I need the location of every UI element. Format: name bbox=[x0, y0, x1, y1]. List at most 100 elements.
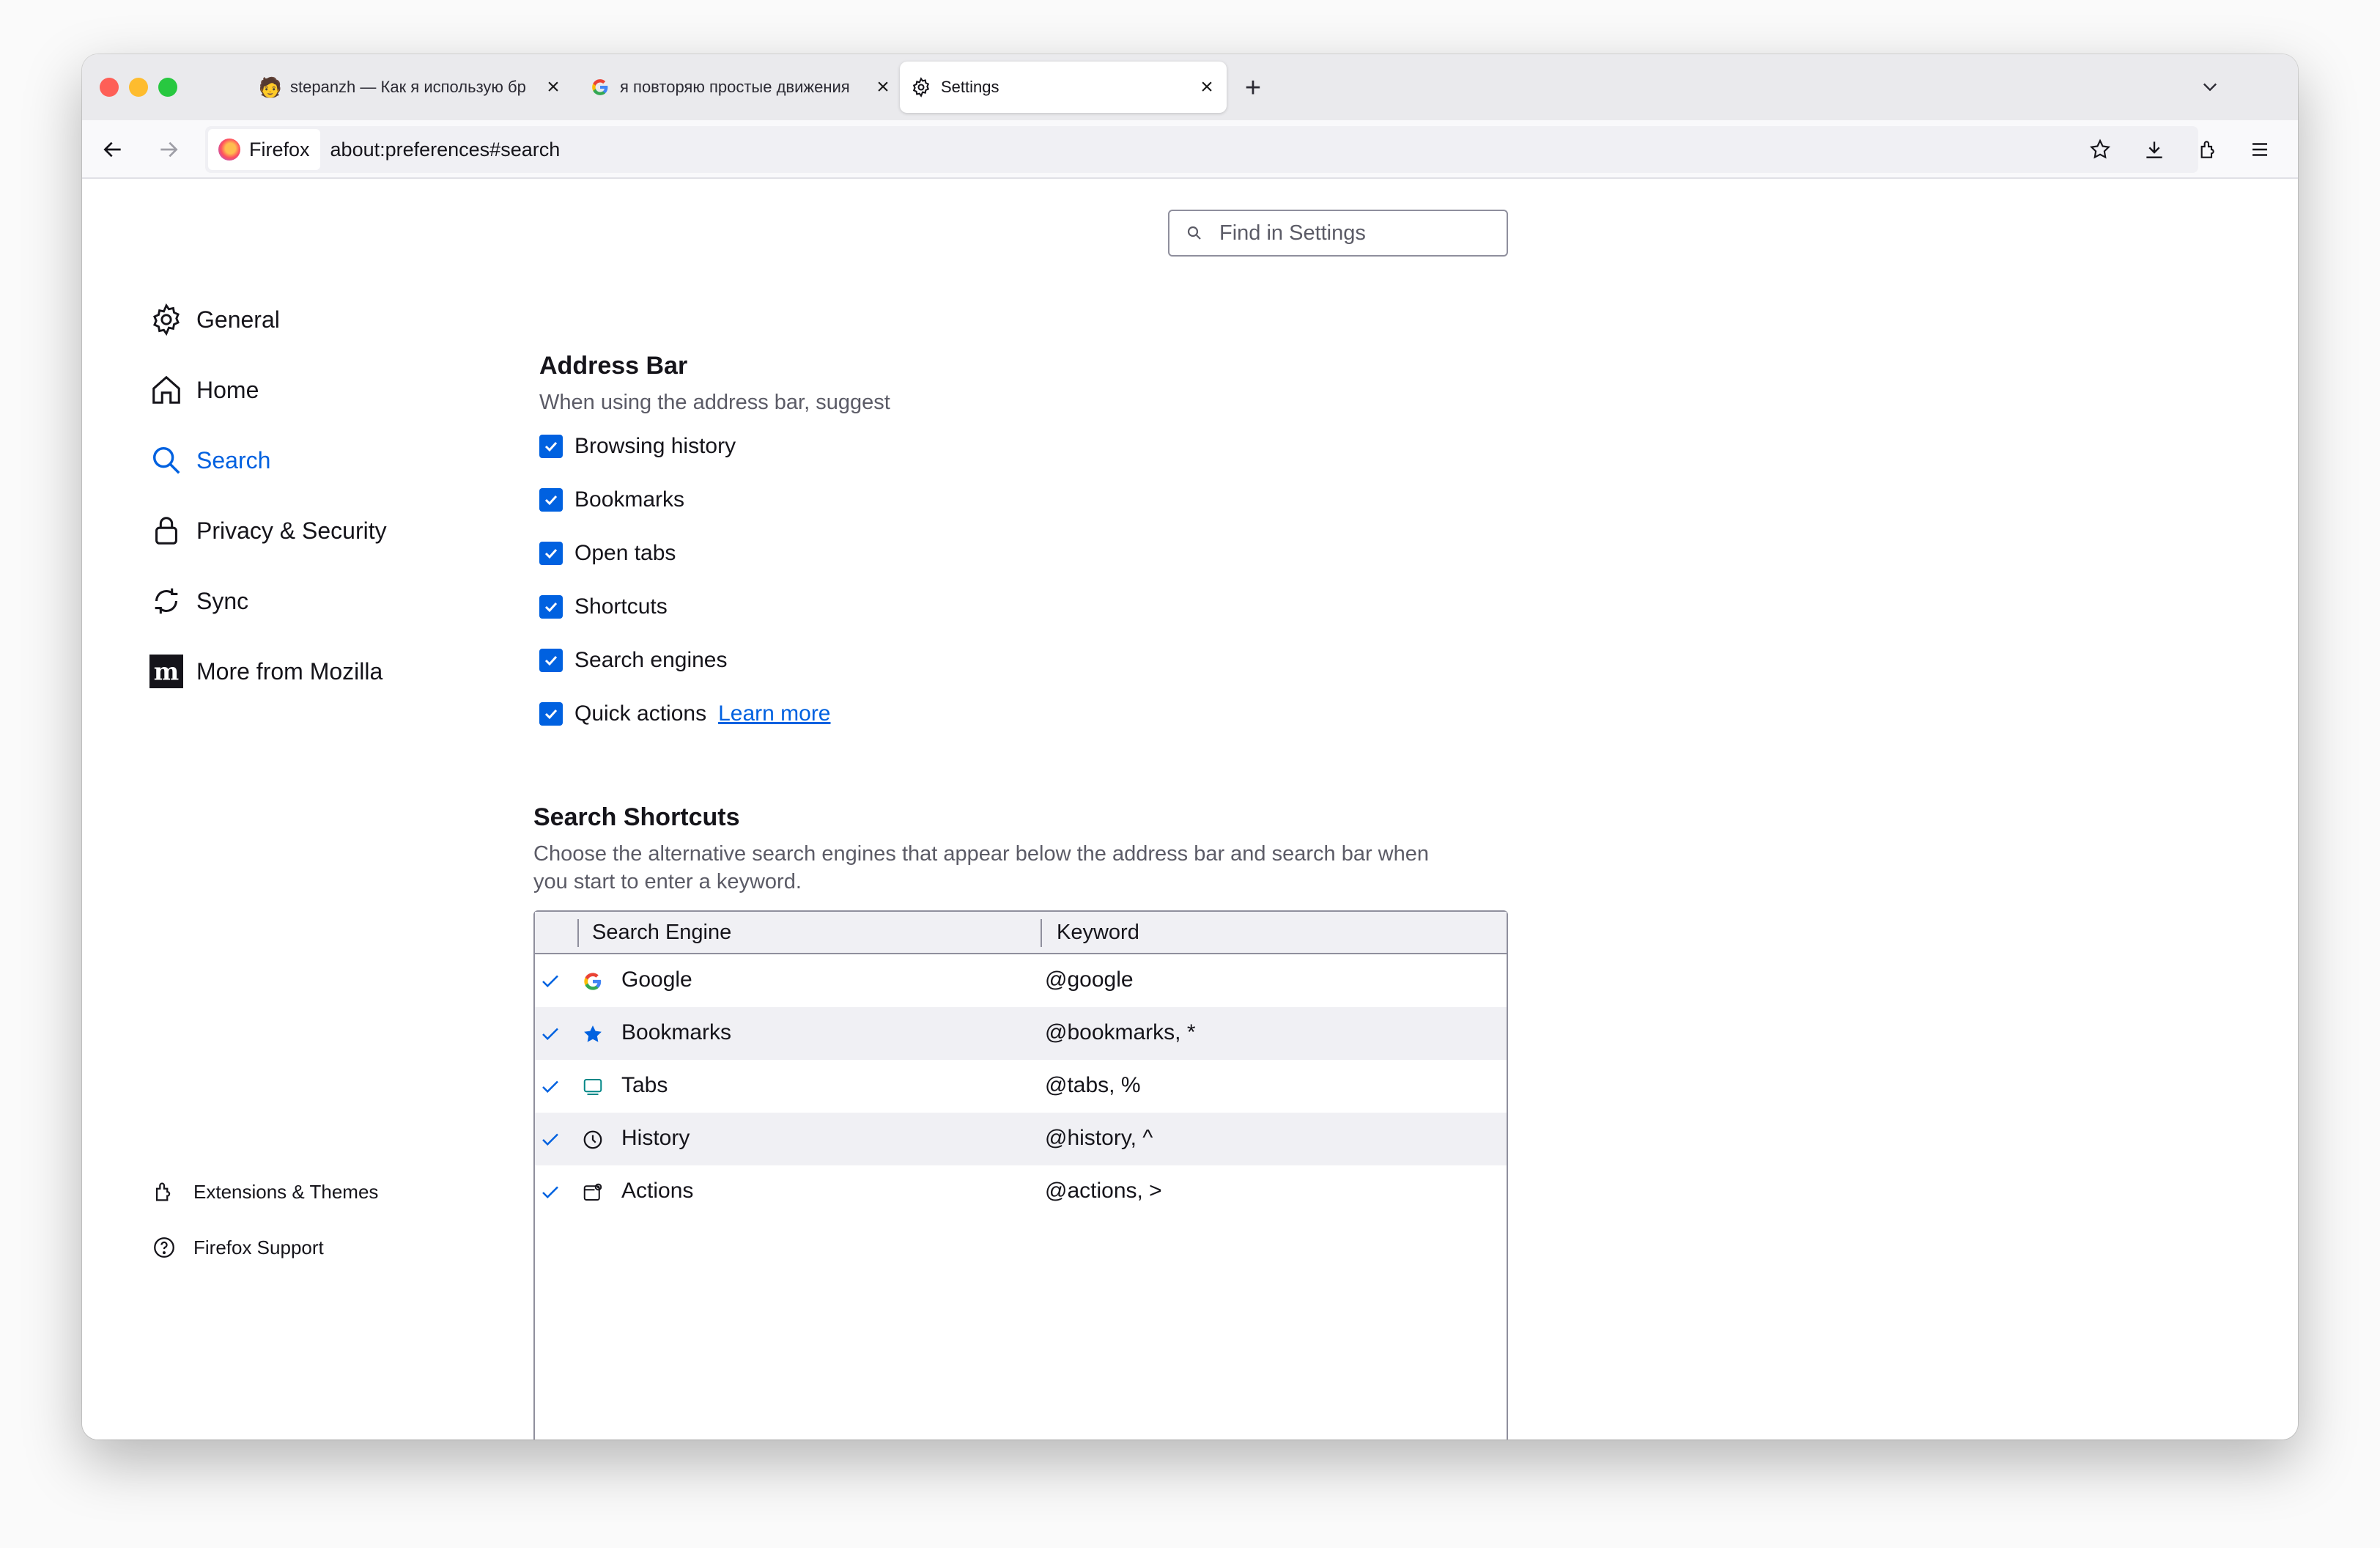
checkbox-label: Bookmarks bbox=[574, 487, 685, 512]
sidebar-item-sync[interactable]: Sync bbox=[148, 579, 248, 623]
close-icon[interactable]: × bbox=[542, 75, 564, 99]
mozilla-logo-icon: m bbox=[148, 653, 185, 690]
checkmark-icon[interactable] bbox=[539, 542, 563, 565]
column-header-keyword[interactable]: Keyword bbox=[1057, 921, 1139, 945]
tab-stepanzh[interactable]: 🧑 stepanzh — Как я использую бр × bbox=[251, 62, 573, 113]
sidebar-item-label: Home bbox=[196, 376, 259, 403]
desktop-background: 🧑 stepanzh — Как я использую бр × я повт… bbox=[0, 0, 2380, 1548]
engine-keyword[interactable]: @actions, > bbox=[1045, 1179, 1162, 1204]
close-icon[interactable]: × bbox=[872, 75, 894, 99]
table-header: Search Engine Keyword bbox=[535, 912, 1507, 954]
new-tab-button[interactable]: + bbox=[1240, 73, 1266, 103]
checkmark-icon[interactable] bbox=[539, 702, 563, 726]
search-shortcuts-description-line2: you start to enter a keyword. bbox=[533, 870, 802, 893]
download-icon[interactable] bbox=[2137, 132, 2172, 167]
checkbox-quick-actions[interactable]: Quick actions Learn more bbox=[539, 697, 831, 731]
checkbox-open-tabs[interactable]: Open tabs bbox=[539, 537, 676, 570]
tab-strip: 🧑 stepanzh — Как я использую бр × я повт… bbox=[82, 54, 2298, 120]
chevron-down-icon[interactable] bbox=[2195, 72, 2225, 101]
sidebar-item-more-from-mozilla[interactable]: m More from Mozilla bbox=[148, 649, 382, 693]
sidebar-item-label: Search bbox=[196, 446, 271, 473]
engine-name: Actions bbox=[621, 1179, 694, 1203]
checkbox-label: Quick actions bbox=[574, 701, 707, 726]
sidebar-item-label: Privacy & Security bbox=[196, 517, 387, 544]
sync-icon bbox=[148, 583, 185, 619]
tab-title: я повторяю простые движения bbox=[620, 78, 850, 96]
checkmark-icon[interactable] bbox=[539, 488, 563, 512]
close-icon[interactable]: × bbox=[1196, 75, 1218, 99]
find-in-settings-input[interactable]: Find in Settings bbox=[1168, 210, 1508, 257]
gear-icon bbox=[910, 76, 932, 98]
table-row[interactable]: Actions @actions, > bbox=[535, 1165, 1507, 1218]
sidebar-item-privacy-security[interactable]: Privacy & Security bbox=[148, 509, 387, 553]
address-bar-description: When using the address bar, suggest bbox=[539, 391, 890, 414]
checkbox-search-engines[interactable]: Search engines bbox=[539, 644, 727, 677]
sidebar-item-general[interactable]: General bbox=[148, 298, 280, 342]
checkbox-browsing-history[interactable]: Browsing history bbox=[539, 430, 736, 463]
browser-window: 🧑 stepanzh — Как я использую бр × я повт… bbox=[82, 54, 2298, 1440]
address-bar-heading: Address Bar bbox=[539, 352, 688, 380]
extensions-puzzle-icon[interactable] bbox=[2191, 132, 2226, 167]
checkbox-bookmarks[interactable]: Bookmarks bbox=[539, 483, 684, 517]
back-arrow-icon[interactable] bbox=[95, 132, 130, 167]
table-row[interactable]: Google @google bbox=[535, 954, 1507, 1007]
minimize-window-button[interactable] bbox=[129, 78, 148, 97]
search-icon bbox=[1187, 226, 1201, 240]
puzzle-icon bbox=[149, 1177, 179, 1206]
hamburger-menu-icon[interactable] bbox=[2242, 132, 2277, 167]
gear-icon bbox=[148, 301, 185, 338]
sidebar-item-extensions-themes[interactable]: Extensions & Themes bbox=[149, 1174, 378, 1209]
search-icon bbox=[148, 442, 185, 479]
url-text[interactable]: about:preferences#search bbox=[330, 139, 561, 161]
checkmark-icon[interactable] bbox=[539, 595, 563, 619]
tab-settings[interactable]: Settings × bbox=[900, 62, 1227, 113]
checkmark-icon[interactable] bbox=[539, 1023, 561, 1045]
engine-keyword[interactable]: @bookmarks, * bbox=[1045, 1020, 1196, 1045]
engine-name: Tabs bbox=[621, 1073, 668, 1097]
sidebar-item-label: Sync bbox=[196, 587, 249, 614]
tab-title: stepanzh — Как я использую бр bbox=[290, 78, 526, 96]
engine-name: Google bbox=[621, 968, 692, 992]
person-emoji-icon: 🧑 bbox=[258, 75, 283, 98]
checkmark-icon[interactable] bbox=[539, 1182, 561, 1204]
engine-keyword[interactable]: @tabs, % bbox=[1045, 1073, 1141, 1098]
find-placeholder: Find in Settings bbox=[1219, 221, 1366, 245]
clock-icon bbox=[580, 1127, 605, 1152]
sidebar-item-home[interactable]: Home bbox=[148, 368, 259, 412]
zoom-window-button[interactable] bbox=[158, 78, 177, 97]
home-icon bbox=[148, 372, 185, 408]
url-bar[interactable]: Firefox about:preferences#search bbox=[205, 126, 2198, 173]
navigation-toolbar: Firefox about:preferences#search bbox=[82, 120, 2298, 179]
checkmark-icon[interactable] bbox=[539, 1076, 561, 1098]
checkmark-icon[interactable] bbox=[539, 435, 563, 458]
sidebar-item-firefox-support[interactable]: Firefox Support bbox=[149, 1230, 324, 1265]
engine-keyword[interactable]: @google bbox=[1045, 968, 1134, 992]
google-g-icon bbox=[589, 76, 611, 98]
sidebar-item-label: More from Mozilla bbox=[196, 657, 383, 685]
search-shortcuts-heading: Search Shortcuts bbox=[533, 803, 740, 831]
bookmark-star-icon[interactable] bbox=[2082, 132, 2118, 167]
sidebar-foot-label: Firefox Support bbox=[193, 1236, 324, 1258]
lock-icon bbox=[148, 512, 185, 549]
table-row[interactable]: Tabs @tabs, % bbox=[535, 1060, 1507, 1113]
checkmark-icon[interactable] bbox=[539, 1129, 561, 1151]
checkmark-icon[interactable] bbox=[539, 970, 561, 992]
sidebar-item-search[interactable]: Search bbox=[148, 438, 270, 482]
checkbox-shortcuts[interactable]: Shortcuts bbox=[539, 590, 668, 624]
learn-more-link[interactable]: Learn more bbox=[718, 701, 830, 726]
star-icon bbox=[580, 1022, 605, 1047]
column-divider bbox=[577, 919, 579, 947]
checkmark-icon[interactable] bbox=[539, 649, 563, 672]
firefox-logo-icon bbox=[218, 139, 240, 161]
identity-box[interactable]: Firefox bbox=[208, 129, 320, 170]
close-window-button[interactable] bbox=[100, 78, 119, 97]
tab-google-search[interactable]: я повторяю простые движения × bbox=[580, 62, 903, 113]
identity-label: Firefox bbox=[249, 138, 310, 161]
engine-keyword[interactable]: @history, ^ bbox=[1045, 1126, 1153, 1151]
table-row[interactable]: Bookmarks @bookmarks, * bbox=[535, 1007, 1507, 1060]
engine-name: Bookmarks bbox=[621, 1020, 732, 1044]
table-row[interactable]: History @history, ^ bbox=[535, 1113, 1507, 1165]
forward-arrow-icon[interactable] bbox=[151, 132, 186, 167]
sidebar-item-label: General bbox=[196, 306, 280, 333]
column-header-search-engine[interactable]: Search Engine bbox=[592, 921, 731, 945]
